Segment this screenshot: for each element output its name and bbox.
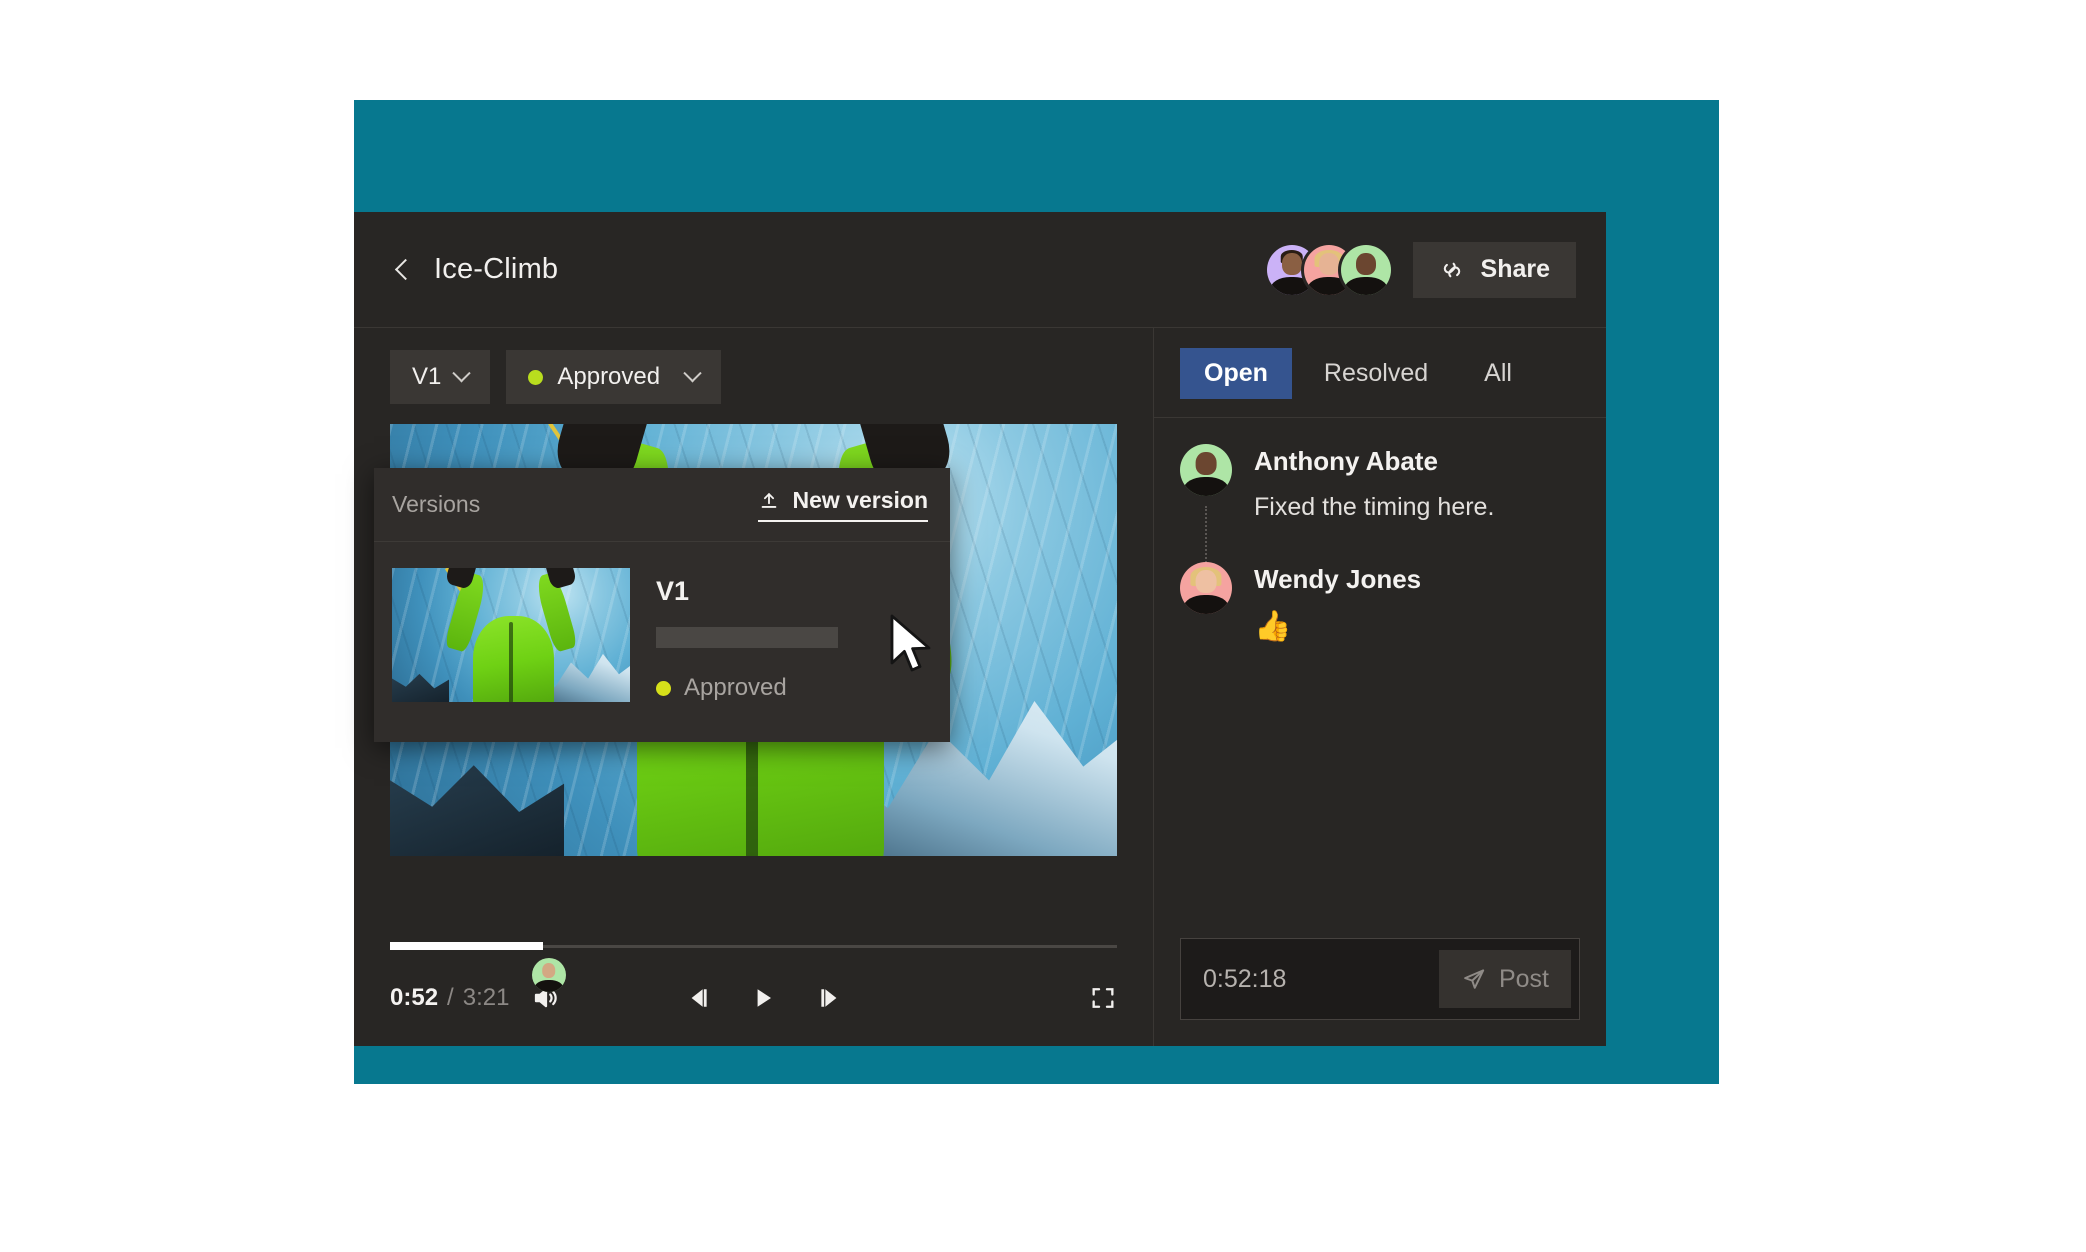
version-thumbnail-jacket bbox=[472, 616, 554, 702]
progress-bar[interactable] bbox=[390, 942, 1117, 992]
avatar-body bbox=[1344, 276, 1388, 295]
comment-item[interactable]: Anthony Abate Fixed the timing here. bbox=[1180, 444, 1580, 570]
player-controls: 0:52 / 3:21 bbox=[390, 976, 1117, 1020]
comment-author: Anthony Abate bbox=[1254, 446, 1438, 476]
time-separator: / bbox=[447, 984, 454, 1011]
page-title: Ice-Climb bbox=[434, 253, 559, 285]
avatar-body bbox=[534, 979, 564, 992]
comment-composer[interactable]: 0:52:18 Post bbox=[1180, 938, 1580, 1020]
fullscreen-icon[interactable] bbox=[1089, 984, 1117, 1012]
version-list-item[interactable]: V1 Approved bbox=[374, 542, 950, 742]
comment-filter-tabs: Open Resolved All bbox=[1154, 328, 1606, 418]
avatar-head bbox=[1195, 569, 1217, 593]
tab-resolved[interactable]: Resolved bbox=[1300, 348, 1452, 399]
chevron-down-icon bbox=[683, 363, 702, 382]
comment-marker-avatar[interactable] bbox=[531, 958, 566, 992]
version-name: V1 bbox=[656, 576, 690, 606]
comment-avatar-column bbox=[1180, 444, 1232, 570]
comment-author: Wendy Jones bbox=[1254, 563, 1422, 594]
version-status-dot bbox=[656, 680, 671, 696]
collaborator-avatar-stack[interactable] bbox=[1266, 244, 1391, 295]
thread-connector-line bbox=[1205, 506, 1207, 570]
comment-body: Wendy Jones 👍 bbox=[1254, 562, 1421, 644]
post-button[interactable]: Post bbox=[1438, 950, 1571, 1008]
comment-list: Anthony Abate Fixed the timing here. Wen… bbox=[1154, 418, 1606, 938]
top-bar: Ice-Climb Share bbox=[354, 212, 1606, 328]
send-icon bbox=[1461, 966, 1487, 992]
post-label: Post bbox=[1498, 964, 1549, 993]
avatar-body bbox=[1183, 594, 1229, 614]
version-status: Approved bbox=[656, 674, 928, 702]
status-chip-label: Approved bbox=[557, 363, 661, 390]
share-label: Share bbox=[1480, 255, 1550, 283]
playback-controls bbox=[684, 984, 844, 1012]
comment-text: Fixed the timing here. bbox=[1254, 493, 1495, 521]
version-thumbnail bbox=[392, 568, 630, 702]
avatar-head bbox=[1355, 252, 1376, 275]
new-version-label: New version bbox=[792, 487, 929, 513]
upload-icon bbox=[758, 490, 780, 512]
total-time: 3:21 bbox=[462, 984, 510, 1011]
chevron-left-icon[interactable] bbox=[390, 257, 416, 283]
new-version-button[interactable]: New version bbox=[757, 487, 929, 522]
comments-sidebar: Open Resolved All Anthony Abate Fixed th… bbox=[1154, 328, 1606, 1046]
version-chip-label: V1 bbox=[412, 363, 442, 390]
player-chip-row: V1 Approved bbox=[354, 328, 1153, 424]
avatar[interactable] bbox=[1340, 244, 1391, 295]
version-status-label: Approved bbox=[684, 674, 787, 701]
comment-avatar-column bbox=[1180, 561, 1232, 644]
comment-reaction-emoji: 👍 bbox=[1254, 609, 1292, 643]
comment-item[interactable]: Wendy Jones 👍 bbox=[1180, 561, 1580, 644]
versions-popover-header: Versions New version bbox=[374, 468, 950, 542]
app-window: Ice-Climb Share V1 Approved Versions New… bbox=[354, 212, 1606, 1046]
progress-fill bbox=[390, 942, 543, 950]
body-split: V1 Approved Versions New version V1 Appr… bbox=[354, 328, 1606, 1046]
version-metadata: V1 Approved bbox=[656, 568, 928, 702]
version-placeholder-bar bbox=[656, 627, 838, 648]
avatar-head bbox=[1195, 452, 1217, 476]
current-time: 0:52 bbox=[390, 984, 439, 1011]
status-dot bbox=[528, 369, 544, 385]
composer-timestamp: 0:52:18 bbox=[1203, 964, 1287, 993]
next-frame-icon[interactable] bbox=[816, 984, 844, 1012]
avatar-head bbox=[1281, 252, 1302, 275]
prev-frame-icon[interactable] bbox=[684, 984, 712, 1012]
chevron-down-icon bbox=[452, 363, 472, 382]
share-button[interactable]: Share bbox=[1412, 241, 1576, 298]
avatar[interactable] bbox=[1180, 444, 1232, 496]
versions-title: Versions bbox=[392, 491, 481, 517]
play-icon[interactable] bbox=[750, 984, 778, 1012]
avatar-body bbox=[1183, 477, 1229, 496]
version-selector-chip[interactable]: V1 bbox=[390, 350, 491, 404]
avatar-head bbox=[541, 963, 556, 979]
avatar-head bbox=[1318, 252, 1339, 275]
versions-popover: Versions New version V1 Approved bbox=[374, 468, 950, 742]
topbar-right-group: Share bbox=[1266, 241, 1576, 298]
tab-open[interactable]: Open bbox=[1180, 348, 1292, 399]
tab-all[interactable]: All bbox=[1460, 348, 1536, 399]
status-selector-chip[interactable]: Approved bbox=[506, 350, 722, 404]
player-transport: 0:52 / 3:21 bbox=[354, 942, 1153, 1046]
player-column: V1 Approved Versions New version V1 Appr… bbox=[354, 328, 1154, 1046]
comment-body: Anthony Abate Fixed the timing here. bbox=[1254, 444, 1494, 524]
avatar[interactable] bbox=[1180, 561, 1232, 614]
link-icon bbox=[1439, 257, 1465, 283]
